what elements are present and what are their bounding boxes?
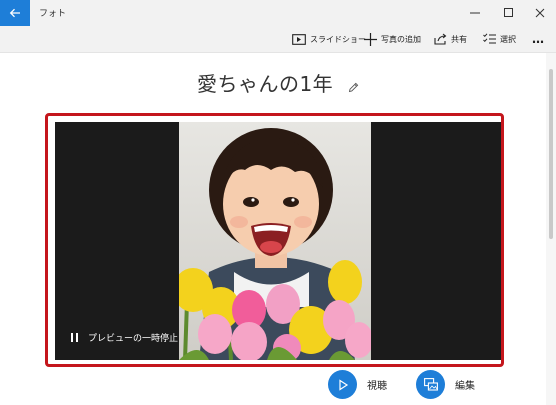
checklist-icon [483,33,496,44]
title-bar: フォト [0,0,556,27]
select-button[interactable]: 選択 [483,26,516,52]
girl-with-tulips-image [173,122,373,360]
watch-circle [328,370,357,399]
share-label: 共有 [451,34,467,44]
back-arrow-icon [9,8,20,18]
command-bar: スライドショー 写真の追加 共有 選択 … [0,26,556,53]
app-title: フォト [39,9,67,19]
watch-label: 視聴 [367,381,387,392]
close-button[interactable] [524,0,556,26]
slideshow-label: スライドショー [310,34,366,44]
album-title-row: 愛ちゃんの1年 [0,68,556,98]
maximize-icon [504,8,513,17]
album-title[interactable]: 愛ちゃんの1年 [197,72,333,96]
play-icon [338,378,348,391]
vertical-scrollbar[interactable] [546,53,556,405]
edit-circle [416,370,445,399]
slideshow-button[interactable]: スライドショー [292,26,366,52]
minimize-button[interactable] [459,0,491,26]
watch-button[interactable]: 視聴 [328,370,387,399]
edit-label: 編集 [455,381,475,392]
select-label: 選択 [500,34,516,44]
pause-preview-button[interactable]: プレビューの一時停止 [71,331,178,344]
add-photos-button[interactable]: 写真の追加 [364,26,421,52]
close-icon [535,8,545,18]
pencil-icon [348,82,359,92]
add-photos-label: 写真の追加 [381,34,421,44]
back-button[interactable] [0,0,30,26]
pause-preview-label: プレビューの一時停止 [88,334,179,344]
slideshow-icon [292,33,306,45]
video-preview[interactable]: プレビューの一時停止 [55,122,501,360]
maximize-button[interactable] [493,0,525,26]
pause-icon [71,333,78,342]
edit-button[interactable]: 編集 [416,370,475,399]
more-icon: … [532,32,544,46]
share-icon [434,33,447,45]
more-button[interactable]: … [532,26,544,52]
bottom-actions: 視聴 編集 [0,370,556,405]
minimize-icon [470,12,480,14]
edit-title-button[interactable] [348,74,359,98]
edit-photos-icon [423,378,438,391]
plus-icon [364,32,377,46]
preview-photo [173,122,373,360]
share-button[interactable]: 共有 [434,26,467,52]
